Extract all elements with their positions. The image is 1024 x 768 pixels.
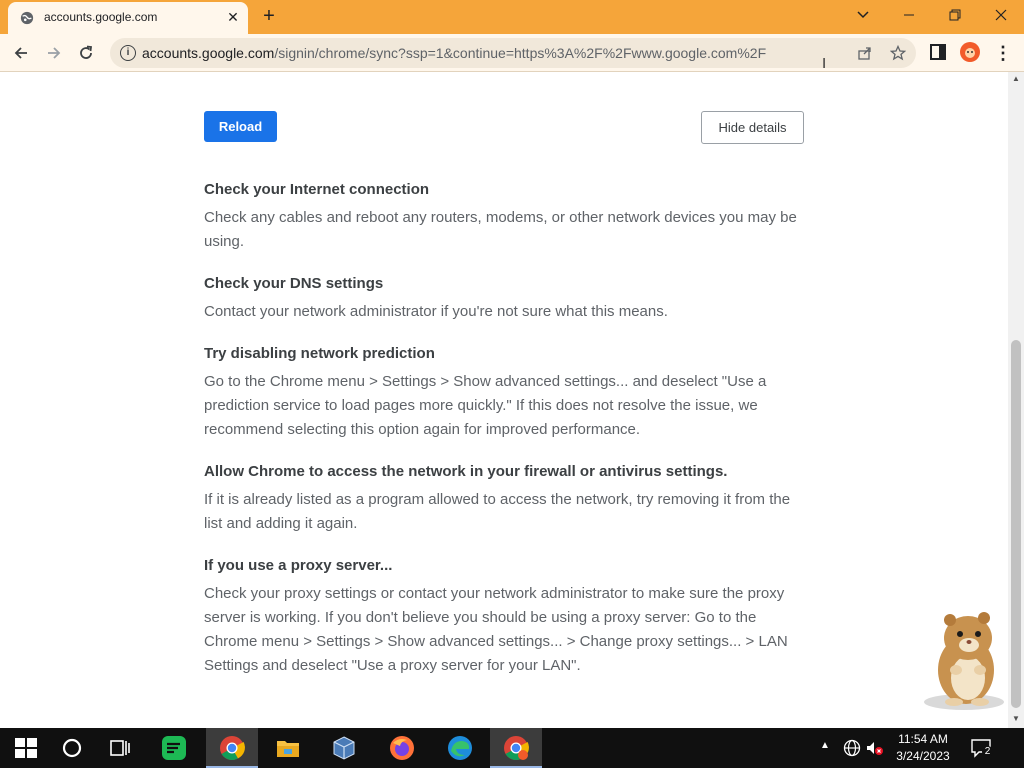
windows-logo-icon [15, 738, 37, 758]
side-panel-icon[interactable] [929, 43, 947, 61]
url-host: accounts.google.com [142, 45, 275, 61]
chevron-down-icon [857, 11, 869, 19]
clock-date: 3/24/2023 [896, 749, 950, 763]
minimize-button[interactable] [886, 0, 932, 30]
section-heading: Check your Internet connection [204, 181, 430, 198]
volume-muted-icon[interactable] [864, 738, 884, 758]
back-arrow-icon [14, 47, 27, 59]
scroll-down-arrow-icon[interactable]: ▼ [1012, 714, 1020, 723]
file-explorer-icon [277, 741, 299, 757]
taskbar-edge[interactable] [434, 728, 486, 768]
browser-toolbar: i accounts.google.com/signin/chrome/sync… [0, 34, 1024, 72]
chrome-icon [504, 736, 529, 761]
profile-avatar[interactable] [960, 42, 980, 62]
firefox-icon [390, 736, 414, 760]
section-heading: Check your DNS settings [204, 275, 384, 292]
task-view-button[interactable] [94, 728, 146, 768]
restore-button[interactable] [932, 0, 978, 30]
cortana-button[interactable] [46, 728, 98, 768]
taskbar-virtualbox[interactable] [318, 728, 370, 768]
tab-close-icon[interactable]: ✕ [224, 8, 242, 26]
refresh-icon [80, 45, 93, 59]
text-cursor-icon: I [822, 55, 827, 72]
minimize-icon [904, 14, 914, 16]
site-info-icon[interactable]: i [120, 45, 136, 61]
windows-taskbar: ▲ 11:54 AM 3/24/2023 2 [0, 728, 1024, 768]
forward-arrow-icon [48, 47, 61, 59]
section-heading: If you use a proxy server... [204, 557, 393, 574]
clock-time: 11:54 AM [898, 732, 948, 746]
forward-button[interactable] [41, 40, 67, 66]
taskbar-file-explorer[interactable] [262, 728, 314, 768]
address-bar[interactable]: i accounts.google.com/signin/chrome/sync… [110, 38, 916, 68]
back-button[interactable] [8, 40, 34, 66]
cortana-circle-icon [62, 738, 82, 758]
chrome-icon [220, 736, 245, 761]
suggestion-section: Check your Internet connection Check any… [204, 180, 808, 254]
section-heading: Try disabling network prediction [204, 345, 435, 362]
green-app-icon [162, 736, 186, 760]
taskbar-firefox[interactable] [376, 728, 428, 768]
tray-overflow-icon[interactable]: ▲ [820, 740, 830, 751]
scroll-up-arrow-icon[interactable]: ▲ [1012, 74, 1020, 83]
suggestion-section: If you use a proxy server... Check your … [204, 556, 808, 678]
globe-icon [20, 11, 34, 25]
taskbar-chrome[interactable] [206, 728, 258, 768]
section-body: If it is already listed as a program all… [204, 491, 791, 532]
new-tab-button[interactable]: + [258, 6, 280, 28]
taskbar-chrome-profile[interactable] [490, 728, 542, 768]
edge-icon [448, 736, 472, 760]
start-button[interactable] [0, 728, 52, 768]
network-globe-icon[interactable] [842, 738, 862, 758]
vertical-scrollbar[interactable]: ▲ ▼ [1008, 72, 1024, 728]
taskbar-green-app[interactable] [148, 728, 200, 768]
task-view-icon [110, 740, 130, 756]
reload-page-button[interactable] [73, 40, 99, 66]
page-content: Reload Hide details Check your Internet … [0, 72, 1008, 728]
browser-tab[interactable]: accounts.google.com ✕ [8, 2, 248, 34]
virtualbox-icon [333, 736, 355, 760]
hide-details-button[interactable]: Hide details [701, 111, 804, 144]
share-icon[interactable] [855, 43, 875, 63]
notification-count: 2 [982, 746, 993, 757]
tab-search-button[interactable] [840, 0, 886, 30]
taskbar-clock[interactable]: 11:54 AM 3/24/2023 [888, 731, 958, 765]
tab-title: accounts.google.com [44, 10, 158, 24]
reload-button[interactable]: Reload [204, 111, 277, 142]
more-options-icon[interactable]: ⋮ [994, 42, 1012, 64]
bookmark-star-icon[interactable] [888, 43, 908, 63]
action-center-button[interactable]: 2 [970, 737, 993, 759]
section-body: Contact your network administrator if yo… [204, 303, 668, 320]
suggestion-section: Try disabling network prediction Go to t… [204, 344, 808, 442]
url-text[interactable]: accounts.google.com/signin/chrome/sync?s… [142, 45, 766, 61]
close-icon [995, 9, 1007, 21]
scrollbar-thumb[interactable] [1011, 340, 1021, 708]
section-body: Check your proxy settings or contact you… [204, 585, 788, 674]
url-path: /signin/chrome/sync?ssp=1&continue=https… [274, 45, 767, 61]
close-window-button[interactable] [978, 0, 1024, 30]
suggestion-section: Check your DNS settings Contact your net… [204, 274, 808, 324]
suggestion-section: Allow Chrome to access the network in yo… [204, 462, 808, 536]
restore-icon [949, 9, 961, 21]
hamster-mascot-icon [924, 612, 1004, 710]
section-heading: Allow Chrome to access the network in yo… [204, 463, 728, 480]
section-body: Check any cables and reboot any routers,… [204, 209, 797, 250]
section-body: Go to the Chrome menu > Settings > Show … [204, 373, 767, 438]
title-bar: accounts.google.com ✕ + [0, 0, 1024, 34]
